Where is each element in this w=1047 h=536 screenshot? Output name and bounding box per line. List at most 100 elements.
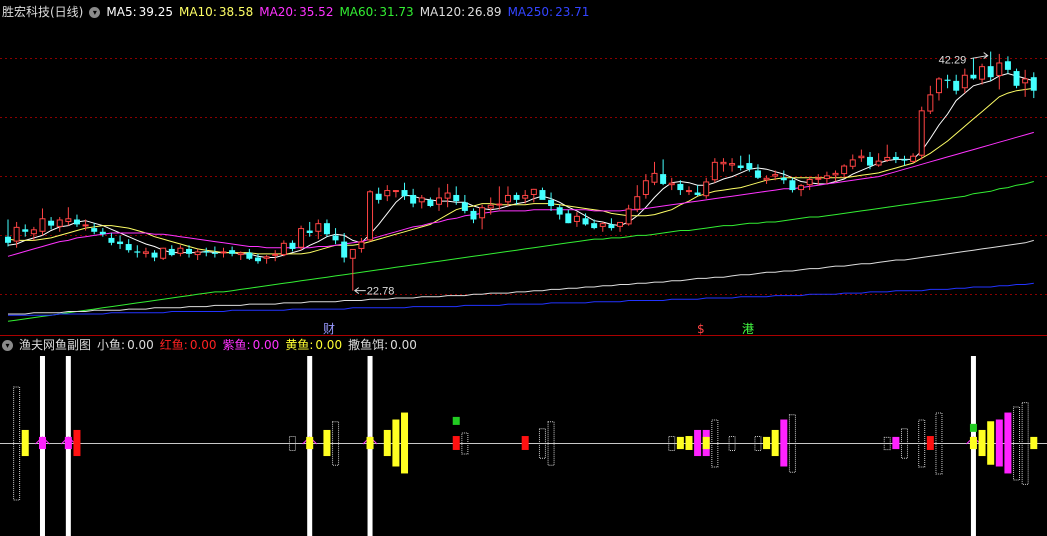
candle-body <box>961 74 968 89</box>
candle-body <box>237 252 244 256</box>
huangyu-legend: 黄鱼: 0.00 <box>285 338 343 352</box>
yellow-fish-bar <box>1030 436 1038 450</box>
indicator-title[interactable]: 渔夫网鱼副图 <box>19 337 91 353</box>
bait-legend: 撒鱼饵: 0.00 <box>348 338 417 352</box>
candle-body <box>617 221 624 227</box>
candle-body <box>272 253 279 256</box>
candle-body <box>530 188 537 195</box>
candle-body <box>375 193 382 200</box>
candle-body <box>315 223 322 232</box>
candle-body <box>789 180 796 191</box>
moving-average-lines <box>7 72 1034 322</box>
candle-body <box>556 207 563 215</box>
candle-body <box>780 177 787 181</box>
candle-body <box>461 202 468 211</box>
candle-body <box>254 257 261 262</box>
indicator-settings-icon[interactable]: ▾ <box>2 339 13 351</box>
yellow-fish-bar <box>306 436 314 450</box>
candle-body <box>22 229 29 232</box>
yellow-fish-bar <box>401 412 409 474</box>
ma20-line <box>7 131 1034 257</box>
candle-body <box>323 223 330 235</box>
magenta-fish-bar <box>1004 412 1012 474</box>
yellow-fish-bar <box>392 419 400 467</box>
event-gang-marker[interactable]: 港 <box>742 322 754 336</box>
candle-body <box>858 155 865 159</box>
candle-body <box>754 170 761 178</box>
candle-body <box>332 235 339 241</box>
yellow-fish-bar <box>685 436 693 450</box>
candle-body <box>48 220 55 226</box>
candle-body <box>677 183 684 191</box>
candle-body <box>979 66 986 80</box>
candle-body <box>186 248 193 254</box>
candle-body <box>5 236 11 243</box>
event-s-marker[interactable]: $ <box>697 322 705 336</box>
candle-body <box>151 252 158 258</box>
xiaoyu-legend: 小鱼: 0.00 <box>97 338 154 352</box>
candle-body <box>625 208 632 225</box>
candle-body <box>298 228 305 248</box>
candle-body <box>487 204 494 209</box>
candle-body <box>82 224 89 227</box>
candle-body <box>737 165 744 168</box>
candle-body <box>711 161 718 181</box>
candle-body <box>815 177 822 180</box>
event-cai-marker[interactable]: 财 <box>323 322 335 336</box>
candle-body <box>142 251 149 254</box>
ma250-legend: MA250: 23.71 <box>507 5 590 19</box>
yellow-fish-bar <box>21 429 29 457</box>
candle-body <box>582 218 589 225</box>
candle-body <box>73 219 80 225</box>
candle-body <box>867 156 873 166</box>
magenta-fish-bar <box>995 419 1003 467</box>
candle-body <box>125 244 132 251</box>
candle-body <box>246 252 253 259</box>
candle-body <box>841 165 848 175</box>
candle-body <box>280 242 287 256</box>
sub-chart-legend: ▾ 渔夫网鱼副图 小鱼: 0.00 红鱼: 0.00 紫鱼: 0.00 黄鱼: 0.00… <box>0 337 417 353</box>
candle-body <box>660 174 667 184</box>
candle-body <box>108 237 115 243</box>
candle-body <box>134 251 141 253</box>
yellow-fish-bar <box>771 429 779 457</box>
yellow-fish-bar <box>366 436 374 450</box>
main-chart-legend: 胜宏科技(日线) ▾ MA5: 39.25 MA10: 38.58 MA20: 35.… <box>0 4 589 20</box>
candle-body <box>970 74 977 79</box>
candle-body <box>729 163 736 166</box>
candle-body <box>401 190 408 197</box>
candle-body <box>177 247 184 254</box>
green-signal <box>452 416 460 425</box>
candle-body <box>935 78 942 94</box>
chart-canvas: 42.29 22.78 财 $ 港 <box>0 51 1047 536</box>
yellow-fish-bar <box>323 429 331 457</box>
candle-body <box>410 194 417 204</box>
candle-body <box>453 194 460 202</box>
candle-body <box>306 230 313 233</box>
candle-body <box>341 241 348 258</box>
ma20-legend: MA20: 35.52 <box>259 5 334 19</box>
ma10-legend: MA10: 38.58 <box>178 5 254 19</box>
candle-body <box>496 203 503 206</box>
candle-body <box>427 199 434 207</box>
candle-body <box>910 155 917 162</box>
red-fish-bar <box>73 429 81 457</box>
chart-settings-icon[interactable]: ▾ <box>89 6 101 18</box>
candle-body <box>996 62 1003 76</box>
candlesticks <box>5 51 1037 291</box>
candle-body <box>918 110 925 156</box>
hongyu-legend: 红鱼: 0.00 <box>159 338 217 352</box>
candle-body <box>772 174 779 177</box>
candle-body <box>599 223 606 227</box>
red-fish-bar <box>521 436 529 450</box>
candle-body <box>832 172 839 176</box>
candle-body <box>944 79 951 81</box>
candle-body <box>160 247 167 259</box>
candle-body <box>470 210 477 220</box>
candle-body <box>806 179 813 186</box>
price-grid <box>0 58 1047 295</box>
candle-body <box>504 194 511 203</box>
candle-body <box>168 248 175 256</box>
candle-body <box>591 223 598 229</box>
magenta-fish-bar <box>64 436 72 450</box>
